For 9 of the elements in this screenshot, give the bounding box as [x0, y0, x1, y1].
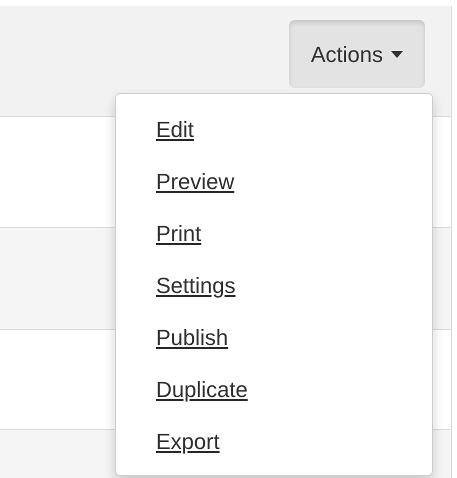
menu-item[interactable]: Edit [156, 114, 194, 145]
menu-item[interactable]: Print [156, 218, 202, 249]
actions-button[interactable]: Actions [288, 20, 425, 88]
menu-item[interactable]: Duplicate [156, 374, 248, 405]
menu-item[interactable]: Settings [156, 270, 236, 301]
menu-item[interactable]: Publish [156, 322, 228, 353]
menu-item[interactable]: Export [156, 426, 220, 457]
caret-icon [391, 50, 403, 58]
menu-item[interactable]: Preview [156, 166, 234, 197]
